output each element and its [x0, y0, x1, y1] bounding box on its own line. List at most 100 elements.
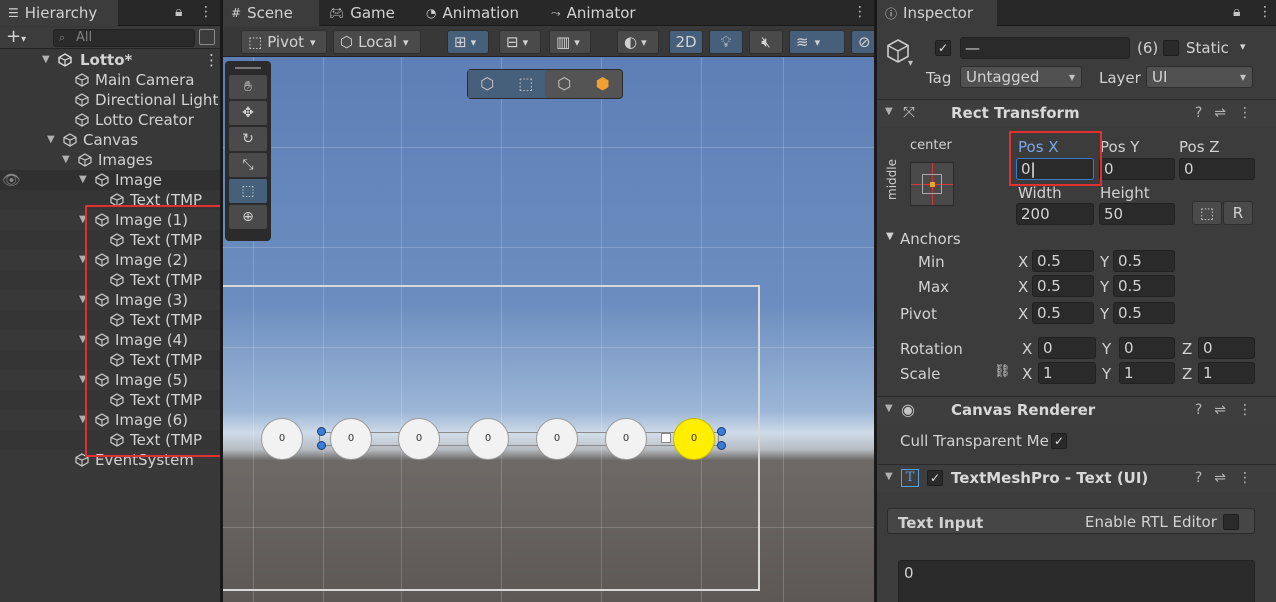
cull-transparent-checkbox[interactable]: ✓ — [1051, 433, 1067, 449]
active-checkbox[interactable]: ✓ — [935, 40, 951, 56]
canvas-renderer-header[interactable]: ▼ ◉ Canvas Renderer ?⇌⋮ — [877, 396, 1276, 424]
component-actions[interactable]: ?⇌⋮ — [1195, 470, 1264, 486]
anchor-preset-button[interactable] — [910, 162, 954, 206]
textmeshpro-enabled-checkbox[interactable]: ✓ — [927, 470, 943, 486]
lotto-ball[interactable]: 0 — [398, 418, 440, 460]
tab-animator[interactable]: ⤳ Animator — [543, 0, 644, 26]
pos-z-input[interactable]: 0 — [1179, 158, 1255, 180]
lock-icon[interactable]: 🔒︎ — [175, 4, 182, 20]
tab-hierarchy[interactable]: ☰ Hierarchy — [0, 0, 118, 26]
raw-edit-button[interactable]: R — [1223, 201, 1253, 225]
lotto-ball[interactable]: 0 — [330, 418, 372, 460]
hand-tool-button[interactable]: ✋︎ — [229, 75, 267, 99]
tab-inspector[interactable]: ⓘ Inspector — [877, 0, 997, 26]
kebab-menu-icon[interactable]: ⋮ — [1258, 4, 1272, 20]
expand-arrow-icon[interactable]: ▼ — [62, 150, 70, 170]
hierarchy-row-lotto-creator[interactable]: Lotto Creator — [0, 110, 220, 130]
object-name-input[interactable]: — — [960, 37, 1130, 59]
search-input[interactable]: ⌕ All — [53, 29, 195, 47]
lotto-ball[interactable]: 0 — [673, 418, 715, 460]
rect-select-icon[interactable]: ⬚ — [506, 70, 545, 98]
blueprint-mode-button[interactable]: ⬚ — [1192, 201, 1222, 225]
lotto-ball[interactable]: 0 — [467, 418, 509, 460]
anchor-min-y-input[interactable]: 0.5 — [1113, 250, 1175, 272]
pos-y-input[interactable]: 0 — [1099, 158, 1175, 180]
move-tool-button[interactable]: ✥ — [229, 101, 267, 125]
hierarchy-row-image[interactable]: ▼ Image 👁︎ — [0, 170, 220, 190]
rtl-editor-checkbox[interactable] — [1223, 514, 1239, 530]
width-input[interactable]: 200 — [1016, 203, 1094, 225]
lock-icon[interactable]: 🔒︎ — [1233, 4, 1240, 20]
text-input-area[interactable]: 0 — [898, 560, 1255, 602]
hierarchy-row-main-camera[interactable]: Main Camera — [0, 70, 220, 90]
textmeshpro-header[interactable]: ▼ T ✓ TextMeshPro - Text (UI) ?⇌⋮ — [877, 464, 1276, 492]
add-button[interactable]: +▾ — [6, 27, 26, 50]
anchors-label[interactable]: Anchors — [900, 230, 961, 248]
expand-arrow-icon[interactable]: ▼ — [47, 130, 55, 150]
box-icon[interactable]: ⬡ — [545, 70, 584, 98]
transform-tool-button[interactable]: ⊕ — [229, 205, 267, 229]
rect-tool-button[interactable]: ⬚ — [229, 179, 267, 203]
hierarchy-row-directional-light[interactable]: Directional Light — [0, 90, 220, 110]
pivot-dropdown[interactable]: ⬚ Pivot ▾ — [241, 30, 327, 54]
mode-2d-button[interactable]: 2D — [669, 30, 703, 54]
solid-box-icon[interactable]: ⬢ — [584, 70, 623, 98]
chevron-down-icon[interactable]: ▾ — [908, 58, 913, 69]
grid-snap-button[interactable]: ⊞ ▾ — [447, 30, 489, 54]
scale-y-input[interactable]: 1 — [1119, 362, 1175, 384]
kebab-menu-icon[interactable]: ⋮ — [853, 4, 867, 20]
kebab-menu-icon[interactable]: ⋮ — [199, 4, 213, 20]
audio-button[interactable]: 🔇︎ — [749, 30, 783, 54]
view-cube-icon[interactable]: ⬡ — [468, 70, 507, 98]
scale-x-input[interactable]: 1 — [1038, 362, 1096, 384]
drag-handle[interactable] — [235, 67, 261, 73]
tab-animation[interactable]: ◔ Animation — [418, 0, 527, 26]
rect-transform-header[interactable]: ▼ ⤧ Rect Transform ?⇌⋮ — [877, 99, 1276, 127]
rotation-y-input[interactable]: 0 — [1119, 337, 1175, 359]
anchor-max-y-input[interactable]: 0.5 — [1113, 275, 1175, 297]
anchor-min-x-input[interactable]: 0.5 — [1032, 250, 1094, 272]
rotate-tool-button[interactable]: ↻ — [229, 127, 267, 151]
visibility-eye-icon[interactable]: 👁︎ — [2, 170, 21, 190]
shading-mode-button[interactable]: ◐ ▾ — [617, 30, 659, 54]
layer-dropdown[interactable]: UI — [1146, 66, 1253, 88]
anchor-max-x-input[interactable]: 0.5 — [1032, 275, 1094, 297]
kebab-menu-icon[interactable]: ⋮ — [204, 50, 219, 70]
tab-scene[interactable]: # Scene — [223, 0, 319, 26]
pivot-x-input[interactable]: 0.5 — [1032, 302, 1094, 324]
chevron-down-icon[interactable]: ▾ — [1240, 40, 1246, 53]
scene-visibility-icon[interactable] — [199, 29, 215, 45]
tag-dropdown[interactable]: Untagged — [960, 66, 1082, 88]
static-checkbox[interactable] — [1163, 40, 1179, 56]
pivot-handle[interactable] — [661, 433, 671, 443]
expand-arrow-icon[interactable]: ▼ — [79, 170, 87, 190]
lighting-button[interactable]: 💡︎ — [709, 30, 743, 54]
lotto-ball[interactable]: 0 — [605, 418, 647, 460]
visibility-button[interactable]: ⊘ — [851, 30, 874, 54]
pivot-y-input[interactable]: 0.5 — [1113, 302, 1175, 324]
scene-view[interactable]: 0000000 ✋︎ ✥ ↻ ⤡ ⬚ ⊕ ⬡ ⬚ ⬡ ⬢ — [223, 57, 874, 602]
rect-handle[interactable] — [717, 441, 726, 450]
local-dropdown[interactable]: ⬡ Local ▾ — [333, 30, 421, 54]
hierarchy-row-canvas[interactable]: ▼ Canvas — [0, 130, 220, 150]
rotation-z-input[interactable]: 0 — [1198, 337, 1255, 359]
rect-handle[interactable] — [317, 441, 326, 450]
component-actions[interactable]: ?⇌⋮ — [1195, 105, 1264, 121]
rect-handle[interactable] — [717, 427, 726, 436]
ruler-button[interactable]: ▥ ▾ — [549, 30, 591, 54]
link-icon[interactable]: ⛓ — [994, 364, 1011, 379]
rect-handle[interactable] — [317, 427, 326, 436]
scale-tool-button[interactable]: ⤡ — [229, 153, 267, 177]
rotation-x-input[interactable]: 0 — [1038, 337, 1096, 359]
component-actions[interactable]: ?⇌⋮ — [1195, 402, 1264, 418]
scene-root-row[interactable]: ▼ Lotto* ⋮ — [0, 50, 220, 70]
lotto-ball[interactable]: 0 — [536, 418, 578, 460]
hierarchy-row-images[interactable]: ▼ Images — [0, 150, 220, 170]
expand-arrow-icon[interactable]: ▼ — [886, 231, 894, 242]
tab-game[interactable]: 🎮︎ Game — [321, 0, 403, 26]
increment-snap-button[interactable]: ⊟ ▾ — [499, 30, 541, 54]
scale-z-input[interactable]: 1 — [1198, 362, 1255, 384]
effects-button[interactable]: ≋ ▾ — [789, 30, 845, 54]
height-input[interactable]: 50 — [1099, 203, 1175, 225]
lotto-ball[interactable]: 0 — [261, 418, 303, 460]
